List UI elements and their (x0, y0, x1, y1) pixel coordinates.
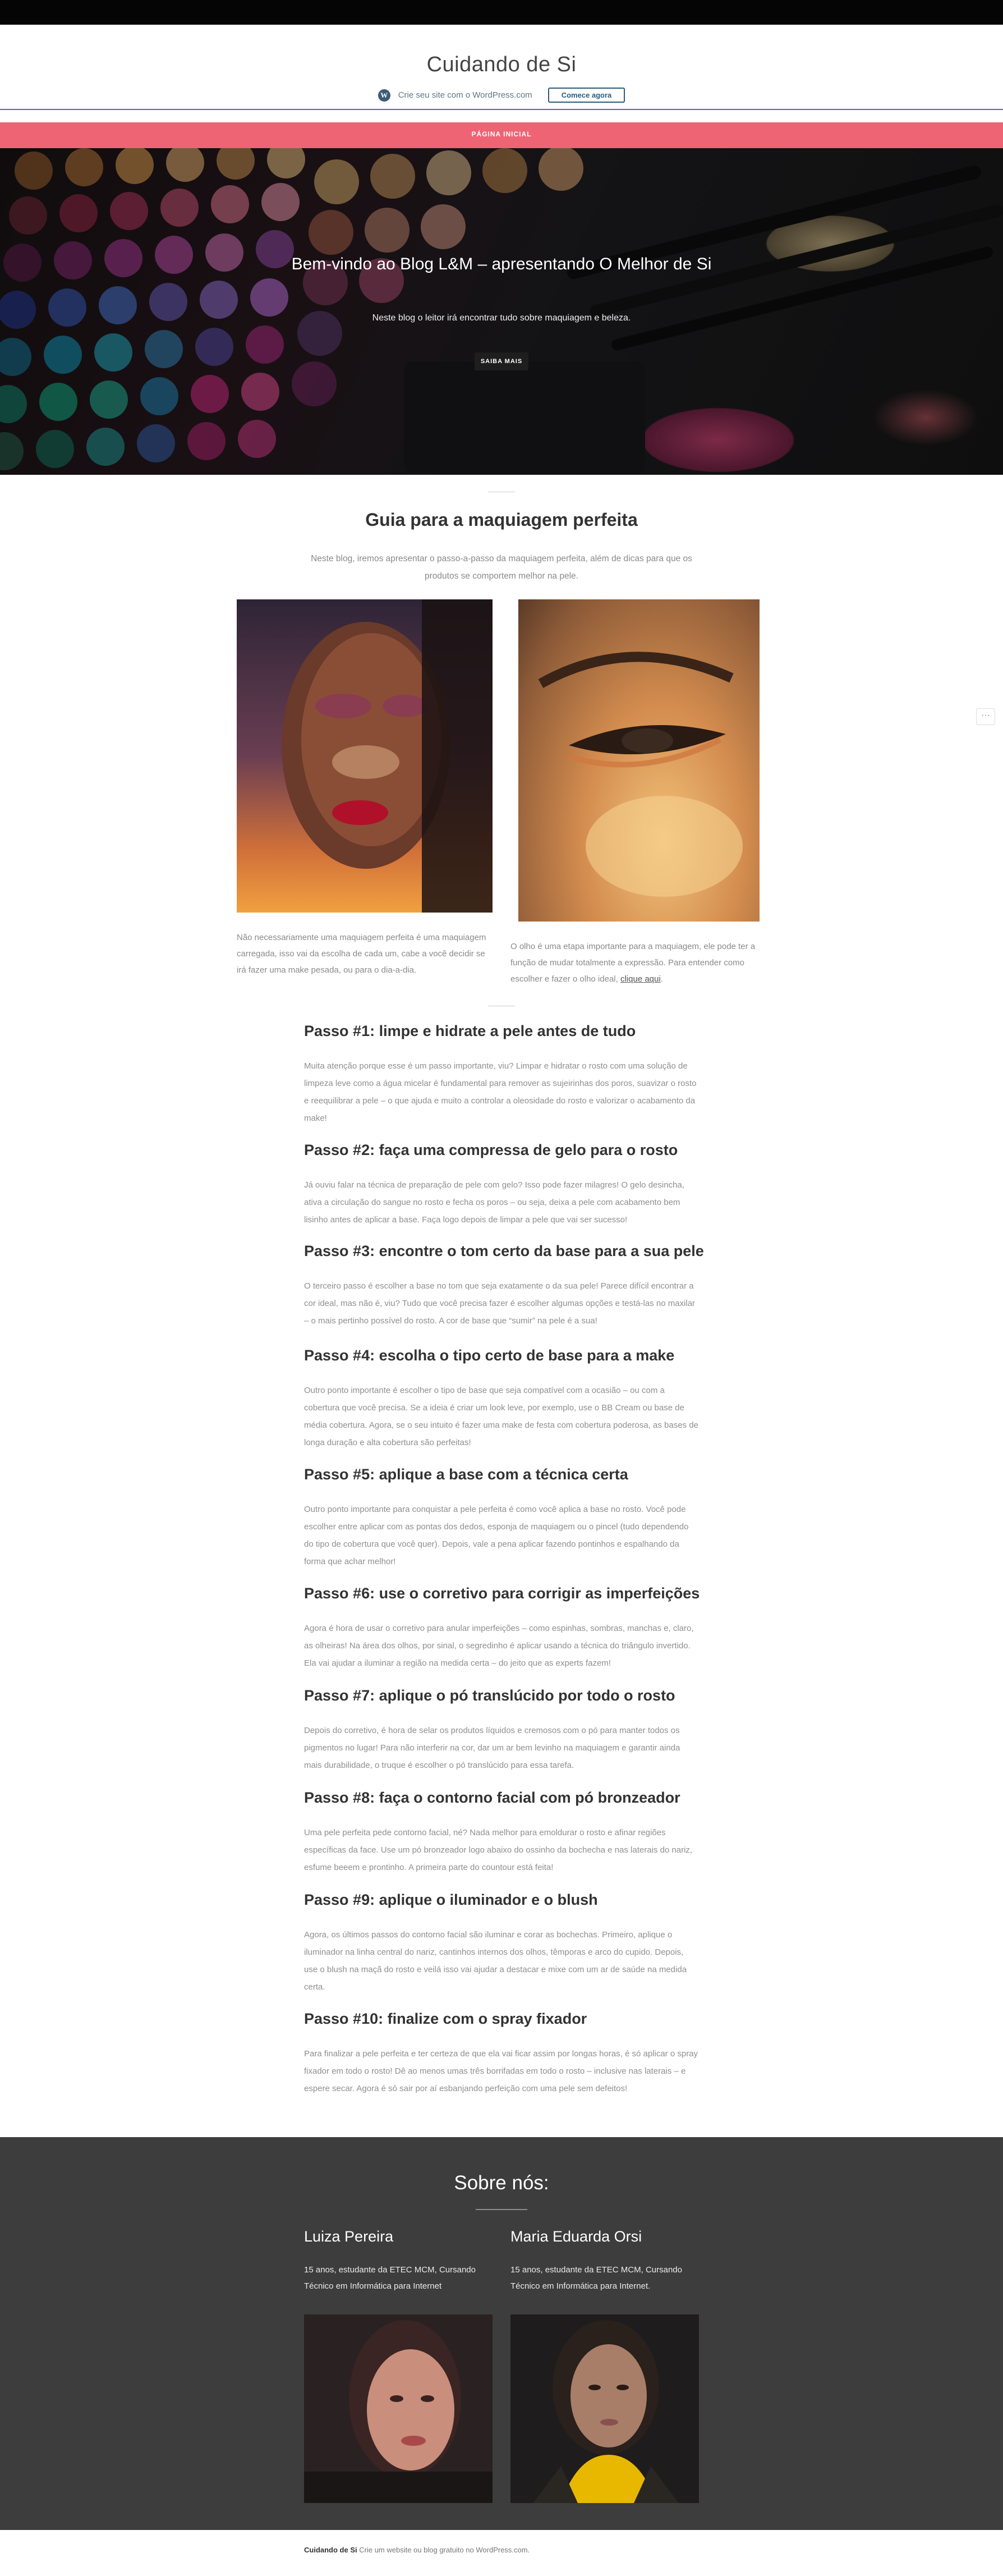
step-9-text: Agora, os últimos passos do contorno fac… (304, 1930, 687, 1992)
header-divider (0, 109, 1003, 110)
hero-subtitle: Neste blog o leitor irá encontrar tudo s… (372, 313, 631, 323)
caption-right: O olho é uma etapa importante para a maq… (510, 938, 761, 987)
more-options-icon[interactable]: ··· (976, 708, 995, 725)
step-6-text: Agora é hora de usar o corretivo para an… (304, 1624, 694, 1668)
guide-intro: Neste blog, iremos apresentar o passo-a-… (311, 554, 692, 581)
step-7-title: Passo #7: aplique o pó translúcido por t… (304, 1687, 675, 1704)
step-5-title: Passo #5: aplique a base com a técnica c… (304, 1466, 628, 1483)
learn-more-button[interactable]: SAIBA MAIS (475, 352, 528, 370)
person-2-name: Maria Eduarda Orsi (510, 2228, 642, 2245)
step-2-title: Passo #2: faça uma compressa de gelo par… (304, 1142, 678, 1158)
person-1-photo (304, 2314, 493, 2503)
step-8-title: Passo #8: faça o contorno facial com pó … (304, 1789, 680, 1806)
step-1-text: Muita atenção porque esse é um passo imp… (304, 1061, 697, 1123)
wordpress-banner-text[interactable]: Crie seu site com o WordPress.com (398, 90, 532, 100)
site-header: Cuidando de Si W Crie seu site com o Wor… (0, 25, 1003, 110)
caption-left: Não necessariamente uma maquiagem perfei… (237, 933, 486, 975)
start-now-button[interactable]: Comece agora (547, 88, 625, 103)
step-7-text: Depois do corretivo, é hora de selar os … (304, 1726, 680, 1770)
person-2-photo (510, 2314, 699, 2503)
step-10-text: Para finalizar a pele perfeita e ter cer… (304, 2049, 698, 2093)
footer-site-name[interactable]: Cuidando de Si (304, 2546, 357, 2554)
step-5-text: Outro ponto importante para conquistar a… (304, 1505, 689, 1566)
step-4-text: Outro ponto importante é escolher o tipo… (304, 1386, 698, 1447)
wordpress-banner: W Crie seu site com o WordPress.com Come… (0, 88, 1003, 103)
step-3-title: Passo #3: encontre o tom certo da base p… (304, 1243, 704, 1259)
step-8-text: Uma pele perfeita pede contorno facial, … (304, 1828, 693, 1872)
caption-right-end: . (660, 974, 663, 984)
eye-makeup-photo (518, 599, 760, 922)
step-2-text: Já ouviu falar na técnica de preparação … (304, 1180, 684, 1225)
about-title: Sobre nós: (454, 2172, 549, 2194)
step-6-title: Passo #6: use o corretivo para corrigir … (304, 1585, 700, 1602)
guide-title: Guia para a maquiagem perfeita (365, 510, 638, 530)
about-divider (476, 2209, 527, 2210)
hero-overlay (0, 148, 1003, 475)
step-3-text: O terceiro passo é escolher a base no to… (304, 1281, 696, 1326)
hero-title: Bem-vindo ao Blog L&M – apresentando O M… (291, 255, 712, 273)
person-1-bio: 15 anos, estudante da ETEC MCM, Cursando… (304, 2265, 476, 2291)
site-footer: Cuidando de Si Crie um website ou blog g… (304, 2546, 809, 2554)
nav-item-home[interactable]: PÁGINA INICIAL (0, 130, 1003, 138)
makeup-model-photo (237, 599, 493, 913)
footer-text[interactable]: Crie um website ou blog gratuito no Word… (359, 2546, 530, 2554)
click-here-link[interactable]: clique aqui (620, 974, 661, 984)
main-navigation: PÁGINA INICIAL (0, 122, 1003, 148)
hero-banner: Bem-vindo ao Blog L&M – apresentando O M… (0, 148, 1003, 475)
step-9-title: Passo #9: aplique o iluminador e o blush (304, 1891, 598, 1908)
step-4-title: Passo #4: escolha o tipo certo de base p… (304, 1347, 675, 1364)
step-1-title: Passo #1: limpe e hidrate a pele antes d… (304, 1023, 636, 1039)
person-1-name: Luiza Pereira (304, 2228, 394, 2245)
about-section (0, 2137, 1003, 2530)
wordpress-logo-icon: W (378, 89, 390, 102)
person-2-bio: 15 anos, estudante da ETEC MCM, Cursando… (510, 2265, 682, 2291)
site-title[interactable]: Cuidando de Si (0, 53, 1003, 77)
top-black-bar (0, 0, 1003, 25)
step-10-title: Passo #10: finalize com o spray fixador (304, 2010, 587, 2027)
